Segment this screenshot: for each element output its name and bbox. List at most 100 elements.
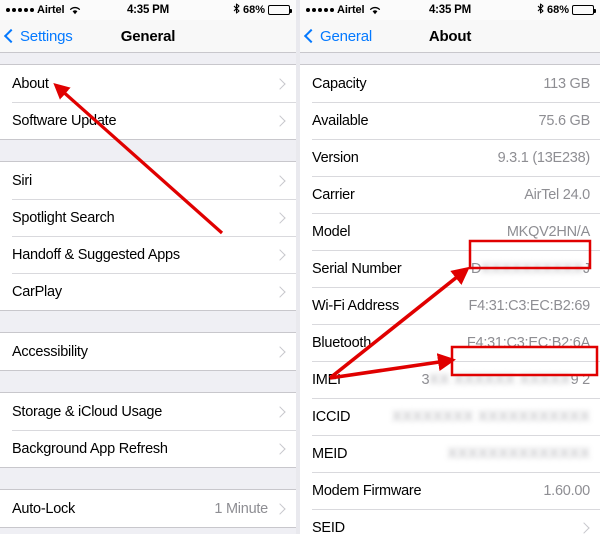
table-row-iccid: ICCID XXXXXXXX XXXXXXXXXXX bbox=[300, 398, 600, 435]
serial-suffix: J bbox=[583, 260, 590, 277]
row-label: Wi-Fi Address bbox=[312, 297, 399, 314]
signal-strength-dots-icon bbox=[6, 8, 34, 12]
table-row-capacity: Capacity 113 GB bbox=[300, 65, 600, 102]
left-phone-screen-general: Airtel 4:35 PM 68% Settings General Abou… bbox=[0, 0, 296, 534]
about-list: Capacity 113 GB Available 75.6 GB Versio… bbox=[300, 53, 600, 534]
row-label: Spotlight Search bbox=[12, 209, 115, 226]
carrier-label: Airtel bbox=[37, 4, 65, 16]
row-value-redacted: D XXXXXXXXXX J bbox=[471, 261, 592, 277]
row-label: Capacity bbox=[312, 75, 367, 92]
chevron-right-icon bbox=[578, 521, 590, 534]
imei-blurred: XX XXXXXX XXXXX bbox=[429, 371, 571, 388]
battery-icon bbox=[572, 5, 596, 15]
table-row-seid[interactable]: SEID bbox=[300, 509, 600, 534]
table-row-bluetooth: Bluetooth F4:31:C3:EC:B2:6A bbox=[300, 324, 600, 361]
row-value: MKQV2HN/A bbox=[506, 223, 590, 240]
sidebar-item-auto-lock[interactable]: Auto-Lock 1 Minute bbox=[0, 490, 296, 527]
about-group: Capacity 113 GB Available 75.6 GB Versio… bbox=[300, 64, 600, 534]
settings-list-general: About Software Update Siri Spotlight Sea… bbox=[0, 53, 296, 528]
row-value-redacted: 3 XX XXXXXX XXXXX 9 2 bbox=[421, 372, 592, 388]
serial-blurred: XXXXXXXXXX bbox=[481, 260, 583, 277]
status-bar-right-group: 68% bbox=[537, 3, 596, 17]
row-label: Bluetooth bbox=[312, 334, 372, 351]
chevron-right-icon bbox=[274, 77, 286, 90]
table-row-modem-firmware: Modem Firmware 1.60.00 bbox=[300, 472, 600, 509]
chevron-right-icon bbox=[274, 405, 286, 418]
battery-percent-label: 68% bbox=[242, 4, 265, 16]
settings-group-5: Auto-Lock 1 Minute bbox=[0, 489, 296, 528]
list-gap bbox=[0, 371, 296, 392]
row-value: F4:31:C3:EC:B2:69 bbox=[468, 297, 591, 314]
serial-prefix: D bbox=[471, 260, 482, 277]
row-value: 1 Minute bbox=[214, 500, 268, 517]
status-bar-carrier-group: Airtel bbox=[6, 4, 81, 16]
row-label: Version bbox=[312, 149, 359, 166]
status-bar-right-group: 68% bbox=[233, 3, 292, 17]
row-label: Serial Number bbox=[312, 260, 402, 277]
battery-percent-label: 68% bbox=[546, 4, 569, 16]
imei-prefix: 3 bbox=[421, 371, 430, 388]
sidebar-item-carplay[interactable]: CarPlay bbox=[0, 273, 296, 310]
back-button-settings[interactable]: Settings bbox=[0, 28, 73, 45]
row-label: MEID bbox=[312, 445, 348, 462]
list-gap bbox=[0, 468, 296, 489]
status-bar-left: Airtel 4:35 PM 68% bbox=[0, 0, 296, 20]
list-gap bbox=[0, 53, 296, 64]
row-value: F4:31:C3:EC:B2:6A bbox=[466, 334, 590, 351]
table-row-imei[interactable]: IMEI 3 XX XXXXXX XXXXX 9 2 bbox=[300, 361, 600, 398]
settings-group-2: Siri Spotlight Search Handoff & Suggeste… bbox=[0, 161, 296, 311]
table-row-meid: MEID XXXXXXXXXXXXXX bbox=[300, 435, 600, 472]
table-row-serial-number[interactable]: Serial Number D XXXXXXXXXX J bbox=[300, 250, 600, 287]
row-label: SEID bbox=[312, 519, 345, 534]
dual-screenshot-comparison: Airtel 4:35 PM 68% Settings General Abou… bbox=[0, 0, 600, 534]
table-row-model: Model MKQV2HN/A bbox=[300, 213, 600, 250]
row-label: About bbox=[12, 75, 49, 92]
sidebar-item-spotlight-search[interactable]: Spotlight Search bbox=[0, 199, 296, 236]
sidebar-item-software-update[interactable]: Software Update bbox=[0, 102, 296, 139]
back-button-label: General bbox=[320, 27, 372, 45]
row-label: IMEI bbox=[312, 371, 341, 388]
table-row-available: Available 75.6 GB bbox=[300, 102, 600, 139]
status-bar-carrier-group: Airtel bbox=[306, 4, 381, 16]
table-row-wifi-address: Wi-Fi Address F4:31:C3:EC:B2:69 bbox=[300, 287, 600, 324]
settings-group-3: Accessibility bbox=[0, 332, 296, 371]
right-phone-screen-about: Airtel 4:35 PM 68% General About Capacit… bbox=[300, 0, 600, 534]
signal-strength-dots-icon bbox=[306, 8, 334, 12]
list-gap bbox=[300, 53, 600, 64]
row-label: Auto-Lock bbox=[12, 500, 76, 517]
row-label: ICCID bbox=[312, 408, 351, 425]
row-label: Available bbox=[312, 112, 369, 129]
iccid-blurred: XXXXXXXX XXXXXXXXXXX bbox=[392, 408, 590, 425]
row-value: AirTel 24.0 bbox=[524, 186, 590, 203]
row-label: Modem Firmware bbox=[312, 482, 422, 499]
table-row-carrier: Carrier AirTel 24.0 bbox=[300, 176, 600, 213]
sidebar-item-handoff-suggested-apps[interactable]: Handoff & Suggested Apps bbox=[0, 236, 296, 273]
row-label: CarPlay bbox=[12, 283, 62, 300]
row-value-redacted: XXXXXXXX XXXXXXXXXXX bbox=[392, 409, 592, 425]
wifi-icon bbox=[69, 5, 81, 15]
chevron-left-icon bbox=[3, 28, 19, 44]
status-bar-right: Airtel 4:35 PM 68% bbox=[300, 0, 600, 20]
sidebar-item-storage-icloud-usage[interactable]: Storage & iCloud Usage bbox=[0, 393, 296, 430]
row-label: Background App Refresh bbox=[12, 440, 168, 457]
carrier-label: Airtel bbox=[337, 4, 365, 16]
back-button-general[interactable]: General bbox=[300, 28, 372, 45]
row-label: Carrier bbox=[312, 186, 355, 203]
chevron-right-icon bbox=[274, 114, 286, 127]
nav-bar-right: General About bbox=[300, 20, 600, 53]
sidebar-item-about[interactable]: About bbox=[0, 65, 296, 102]
battery-icon bbox=[268, 5, 292, 15]
row-value: 113 GB bbox=[543, 75, 590, 92]
chevron-right-icon bbox=[274, 248, 286, 261]
list-gap bbox=[0, 311, 296, 332]
chevron-right-icon bbox=[274, 211, 286, 224]
row-label: Accessibility bbox=[12, 343, 88, 360]
sidebar-item-siri[interactable]: Siri bbox=[0, 162, 296, 199]
sidebar-item-accessibility[interactable]: Accessibility bbox=[0, 333, 296, 370]
row-value: 75.6 GB bbox=[538, 112, 591, 129]
row-label: Storage & iCloud Usage bbox=[12, 403, 163, 420]
sidebar-item-background-app-refresh[interactable]: Background App Refresh bbox=[0, 430, 296, 467]
settings-group-4: Storage & iCloud Usage Background App Re… bbox=[0, 392, 296, 468]
row-value-redacted: XXXXXXXXXXXXXX bbox=[448, 446, 592, 462]
settings-group-1: About Software Update bbox=[0, 64, 296, 140]
